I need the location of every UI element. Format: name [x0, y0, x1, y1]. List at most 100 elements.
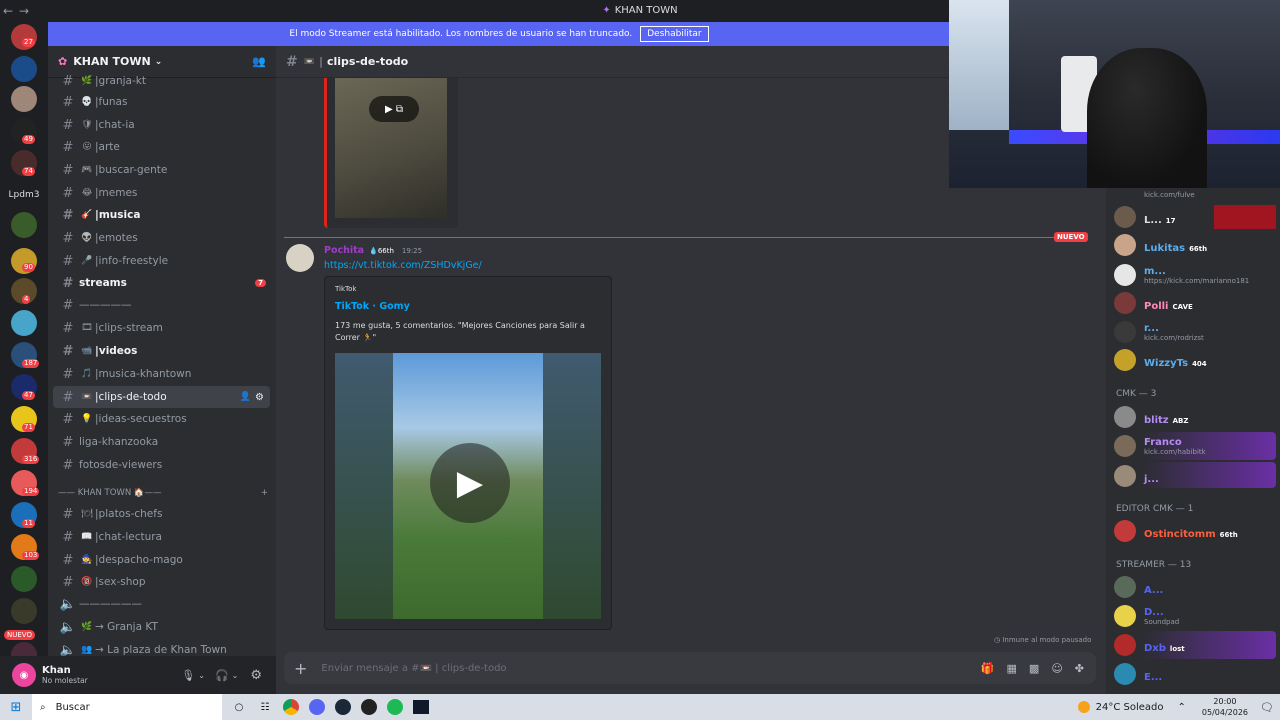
taskbar-search[interactable]: ⌕ Buscar	[32, 694, 222, 720]
message-avatar[interactable]	[286, 244, 314, 272]
voice-divider[interactable]: 🔈 ——————	[53, 593, 270, 615]
member-row[interactable]: Franco kick.com/habibitk	[1114, 434, 1274, 458]
message-author[interactable]: Pochita	[324, 245, 364, 256]
task-view-icon[interactable]: ○	[226, 694, 252, 720]
avatar	[1114, 321, 1136, 343]
add-channel-icon[interactable]: +	[261, 488, 268, 498]
hash-icon: #	[62, 73, 74, 89]
channel-videos[interactable]: # 📹 | videos	[53, 340, 270, 362]
message-composer[interactable]: + Enviar mensaje a #📼 | clips-de-todo 🎁 …	[284, 652, 1096, 684]
windows-start-icon[interactable]: ⊞	[0, 694, 32, 720]
member-row[interactable]: Dxb lost	[1114, 633, 1274, 657]
embed-video[interactable]: ▶	[335, 353, 601, 619]
embed-title[interactable]: TikTok · Gomy	[335, 301, 410, 312]
microphone-icon[interactable]: 🎙	[181, 669, 195, 682]
message-input[interactable]: Enviar mensaje a #📼 | clips-de-todo	[321, 663, 506, 674]
play-button-icon[interactable]: ▶	[430, 443, 510, 523]
emoji-icon[interactable]: ☺	[1051, 662, 1062, 675]
chrome-icon[interactable]	[278, 694, 304, 720]
hash-icon: #	[62, 139, 74, 155]
clock[interactable]: 20:00 05/04/2026	[1202, 696, 1248, 718]
message-link[interactable]: https://vt.tiktok.com/ZSHDvKjGe/	[324, 260, 482, 271]
channel-streams[interactable]: # streams 7	[53, 272, 270, 294]
invite-icon[interactable]: 👤	[240, 392, 251, 402]
member-row[interactable]: WizzyTs 404	[1114, 348, 1274, 372]
member-row[interactable]: blitz ABZ	[1114, 405, 1274, 429]
role-header-streamer[interactable]: STREAMER — 13	[1116, 560, 1191, 570]
headphones-icon[interactable]: 🎧	[215, 669, 229, 682]
channel-funas[interactable]: # 💀 | funas	[53, 91, 270, 113]
channel-sex-shop[interactable]: # 🔞 | sex-shop	[53, 571, 270, 593]
widgets-icon[interactable]: ☷	[252, 694, 278, 720]
obs-icon[interactable]	[356, 694, 382, 720]
channel-clips-stream[interactable]: # 🎞 | clips-stream	[53, 317, 270, 339]
channel-despacho-mago[interactable]: # 🧙 | despacho-mago	[53, 549, 270, 571]
channel-fotosde-viewers[interactable]: # fotosde-viewers	[53, 454, 270, 476]
hash-icon: #	[286, 53, 298, 70]
gif-icon[interactable]: ▦	[1007, 662, 1017, 675]
server-icon[interactable]	[11, 598, 37, 624]
server-icon[interactable]	[11, 56, 37, 82]
steam-icon[interactable]	[330, 694, 356, 720]
sticker-icon[interactable]: ▩	[1029, 662, 1039, 675]
avatar	[1114, 435, 1136, 457]
server-icon[interactable]	[11, 566, 37, 592]
member-row[interactable]: r... kick.com/rodrizst	[1114, 320, 1274, 344]
spotify-icon[interactable]	[382, 694, 408, 720]
add-member-icon[interactable]: 👥	[252, 55, 266, 68]
channel-musica-khantown[interactable]: # 🎵 | musica-khantown	[53, 363, 270, 385]
avatar	[1114, 234, 1136, 256]
member-row[interactable]: Ostincitomm 66th	[1114, 519, 1274, 543]
server-icon[interactable]	[11, 86, 37, 112]
tray-chevron-icon[interactable]: ⌃	[1178, 702, 1186, 713]
voice-la-plaza[interactable]: 🔈 👥 → La plaza de Khan Town	[53, 639, 270, 657]
channel-buscar-gente[interactable]: # 🎮 | buscar-gente	[53, 159, 270, 181]
apps-icon[interactable]: ✤	[1075, 662, 1084, 675]
notifications-icon[interactable]: 🗨	[1254, 694, 1280, 720]
voice-granja-kt[interactable]: 🔈 🌿 → Granja KT	[53, 616, 270, 638]
server-rail: 27 49 74 Lpdm3 90 4 187 47 71 316 194 11…	[0, 22, 48, 672]
channel-info-freestyle[interactable]: # 🎤 | info-freestyle	[53, 250, 270, 272]
server-icon[interactable]	[11, 212, 37, 238]
gear-icon[interactable]: ⚙	[255, 392, 264, 403]
member-row[interactable]: j...	[1114, 464, 1274, 488]
channel-chat-ia[interactable]: # 🛡 | chat-ia	[53, 114, 270, 136]
discord-icon[interactable]	[304, 694, 330, 720]
category-khan-town[interactable]: —— KHAN TOWN 🏠—— +	[58, 488, 268, 498]
gift-icon[interactable]: 🎁	[981, 662, 995, 675]
channel-ideas-secuestros[interactable]: # 💡 | ideas-secuestros	[53, 408, 270, 430]
member-row[interactable]: Polli CAVE	[1114, 291, 1274, 315]
hash-icon: #	[62, 162, 74, 178]
channel-liga-khanzooka[interactable]: # liga-khanzooka	[53, 431, 270, 453]
channel-divider[interactable]: # —————	[53, 294, 270, 316]
channel-platos-chefs[interactable]: # 🍽 | platos-chefs	[53, 503, 270, 525]
server-icon[interactable]	[11, 310, 37, 336]
chevron-down-icon[interactable]: ⌄	[232, 671, 239, 680]
channel-musica[interactable]: # 🎸 | musica	[53, 204, 270, 226]
terminal-icon[interactable]	[408, 694, 434, 720]
member-row[interactable]: A...	[1114, 575, 1274, 599]
play-button-icon[interactable]: ▶ ⧉	[369, 96, 419, 122]
channel-arte[interactable]: # 😛 | arte	[53, 136, 270, 158]
server-text-lpdm3[interactable]: Lpdm3	[0, 190, 48, 200]
channel-clips-de-todo[interactable]: # 📼 | clips-de-todo 👤 ⚙	[53, 386, 270, 408]
disable-streamer-button[interactable]: Deshabilitar	[640, 26, 709, 42]
member-row[interactable]: m... https://kick.com/marianno181	[1114, 263, 1274, 287]
webcam-person	[1087, 48, 1207, 188]
avatar[interactable]: ◉	[12, 663, 36, 687]
settings-gear-icon[interactable]: ⚙	[250, 668, 262, 683]
weather-widget[interactable]: 24°C Soleado	[1077, 701, 1164, 713]
role-header-editor[interactable]: EDITOR CMK — 1	[1116, 504, 1193, 514]
banner-text: El modo Streamer está habilitado. Los no…	[289, 29, 633, 39]
member-row[interactable]: E...	[1114, 662, 1274, 686]
channel-memes[interactable]: # 😂 | memes	[53, 182, 270, 204]
channel-emotes[interactable]: # 👽 | emotes	[53, 227, 270, 249]
channel-granja-kt[interactable]: # 🌿 | granja-kt	[53, 70, 270, 92]
add-attachment-icon[interactable]: +	[294, 659, 307, 678]
chevron-down-icon[interactable]: ⌄	[198, 671, 205, 680]
avatar	[1114, 349, 1136, 371]
channel-chat-lectura[interactable]: # 📖 | chat-lectura	[53, 526, 270, 548]
role-header-cmk[interactable]: CMK — 3	[1116, 389, 1156, 399]
member-row[interactable]: Lukitas 66th	[1114, 233, 1274, 257]
member-row[interactable]: D... Soundpad	[1114, 604, 1274, 628]
